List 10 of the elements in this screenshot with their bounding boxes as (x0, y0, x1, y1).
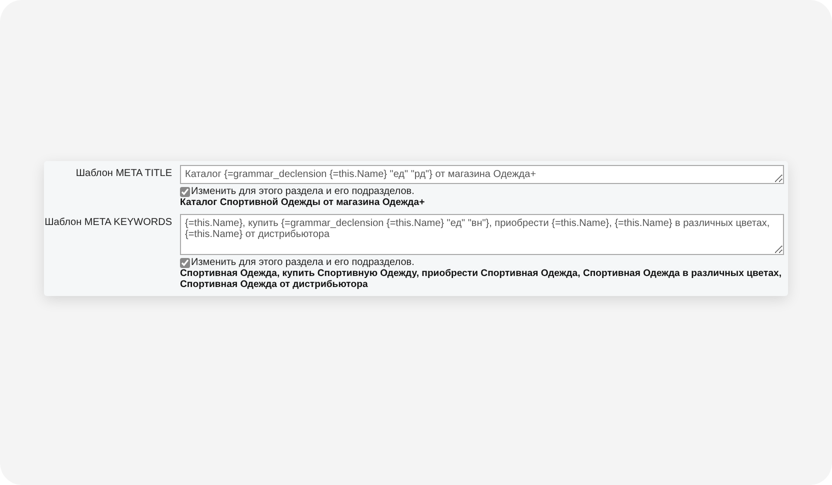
checkbox-label: Изменить для этого раздела и его подразделов. (191, 257, 414, 268)
field-label: Шаблон META TITLE (74, 167, 172, 181)
preview-text: Каталог Спортивной Одежды от магазина Одежда+ (180, 197, 426, 208)
template-field[interactable]: {=this.Name}, купить {=grammar_declension {=this.Name} "ед" "вн"}, приобрести {=this.Name}, {=this.Name} в различных цветах, {=this.Name} от дистрибьютора (180, 214, 784, 255)
preview-text: Спортивная Одежда, купить Спортивную Одежду, приобрести Спортивная Одежда, Спортивная Одежда в различных цветах, Спортивная Одежда от дистрибьютора (180, 268, 783, 290)
checkbox[interactable] (180, 258, 190, 268)
template-field[interactable]: Каталог {=grammar_declension {=this.Name} "ед" "рд"} от магазина Одежда+ (180, 165, 784, 184)
field-label: Шаблон META KEYWORDS (44, 216, 172, 230)
checkbox[interactable] (180, 186, 190, 196)
checkbox-label: Изменить для этого раздела и его подразделов. (191, 186, 414, 197)
